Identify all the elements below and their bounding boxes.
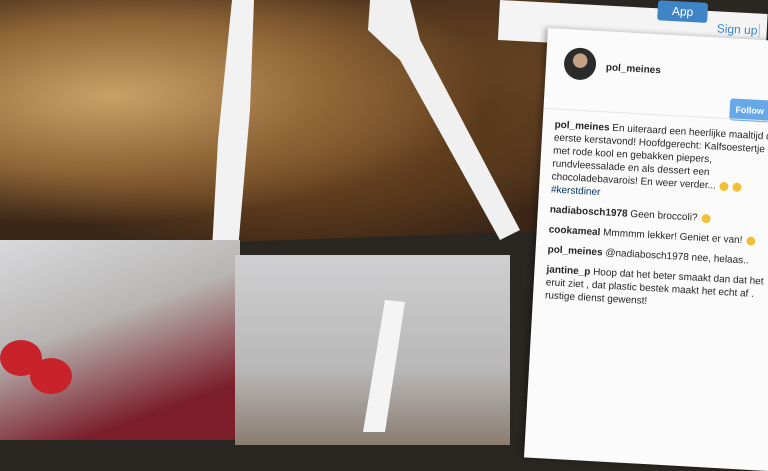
tomato-image	[30, 358, 72, 394]
smile-emoji-icon	[701, 213, 711, 224]
smile-emoji-icon	[732, 182, 742, 192]
divider	[758, 23, 761, 38]
comment-user[interactable]: nadiabosch1978	[550, 204, 628, 219]
plastic-spoon-image	[363, 300, 405, 432]
comment-user[interactable]: jantine_p	[546, 264, 590, 277]
comment-user[interactable]: pol_meines	[554, 120, 610, 134]
tree-emoji-icon	[719, 181, 730, 192]
caption: pol_meines En uiteraard een heerlijke ma…	[551, 119, 768, 209]
comment: jantine_p Hoop dat het beter smaakt dan …	[545, 263, 768, 314]
food-photo-salad[interactable]	[0, 240, 240, 440]
post-username[interactable]: pol_meines	[606, 61, 662, 77]
get-app-button[interactable]: App	[657, 0, 709, 23]
caption-text: En uiteraard een heerlijke maaltijd op e…	[551, 122, 768, 192]
comment-user[interactable]: pol_meines	[547, 244, 603, 258]
post-panel: pol_meines Follow pol_meines En uiteraar…	[523, 28, 768, 471]
plastic-knife-image	[212, 0, 254, 250]
comment-text: Geen broccoli?	[630, 208, 698, 224]
comment-user[interactable]: cookameal	[548, 224, 600, 238]
comment-text: @nadiabosch1978 nee, helaas..	[605, 247, 750, 267]
comment-text: Mmmmm lekker! Geniet er van!	[602, 227, 743, 247]
post-header: pol_meines Follow	[562, 46, 768, 123]
hashtag-link[interactable]: #kerstdiner	[551, 184, 601, 198]
comments-list: pol_meines En uiteraard een heerlijke ma…	[544, 119, 768, 322]
sign-up-link[interactable]: Sign up	[716, 21, 757, 37]
smile-emoji-icon	[745, 236, 756, 246]
avatar[interactable]	[563, 46, 597, 81]
